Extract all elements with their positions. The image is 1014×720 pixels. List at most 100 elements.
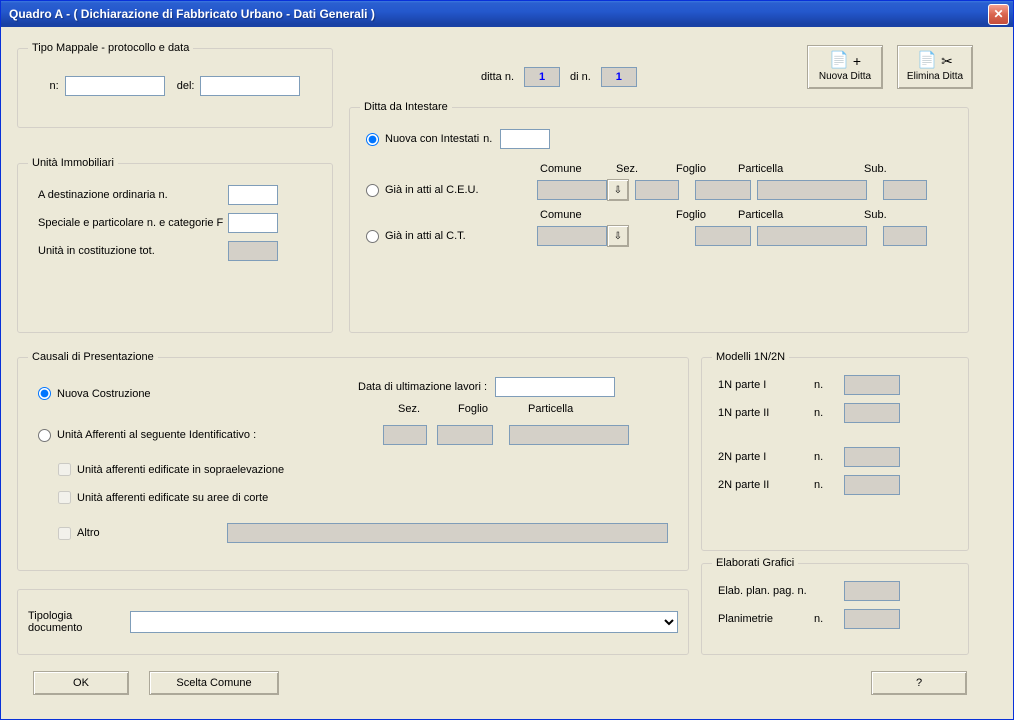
label-del: del:: [177, 80, 195, 92]
input-protocollo-del[interactable]: [200, 76, 300, 96]
label-1n-p1-n: n.: [814, 379, 844, 391]
hdr-comune-ct: Comune: [540, 209, 676, 221]
label-di-n: di n.: [570, 71, 591, 83]
group-tipologia: Tipologia documento: [17, 589, 689, 655]
label-nuova-n: n.: [483, 133, 492, 145]
input-1n-p2: [844, 403, 900, 423]
input-nuova-n[interactable]: [500, 129, 550, 149]
radio-afferenti[interactable]: [38, 429, 51, 442]
hdr-foglio-ct: Foglio: [676, 209, 738, 221]
hdr-particella-ct: Particella: [738, 209, 864, 221]
help-button[interactable]: ?: [871, 671, 967, 695]
input-caus-sez: [383, 425, 427, 445]
chk-altro: [58, 527, 71, 540]
input-elab-plan: [844, 581, 900, 601]
ct-lookup-button[interactable]: ⇩: [607, 225, 629, 247]
hdr-sub-ct: Sub.: [864, 209, 914, 221]
hdr-sub-ceu: Sub.: [864, 163, 914, 175]
input-di-n: [601, 67, 637, 87]
label-ceu: Già in atti al C.E.U.: [385, 184, 537, 196]
nuova-ditta-button[interactable]: 📄+ Nuova Ditta: [807, 45, 883, 89]
input-1n-p1: [844, 375, 900, 395]
label-chk-aree-corte: Unità afferenti edificate su aree di cor…: [77, 492, 268, 504]
group-unita-immobiliari: Unità Immobiliari A destinazione ordinar…: [17, 157, 333, 333]
chk-sopraelevazione: [58, 463, 71, 476]
elimina-ditta-button[interactable]: 📄✂ Elimina Ditta: [897, 45, 973, 89]
label-ct: Già in atti al C.T.: [385, 230, 537, 242]
titlebar: Quadro A - ( Dichiarazione di Fabbricato…: [1, 1, 1013, 27]
input-dest-ordinaria[interactable]: [228, 185, 278, 205]
select-tipologia[interactable]: [130, 611, 678, 633]
input-caus-foglio: [437, 425, 493, 445]
ok-button-label: OK: [73, 677, 89, 689]
hdr-caus-sez: Sez.: [398, 403, 458, 415]
elimina-ditta-label: Elimina Ditta: [907, 71, 963, 82]
document-delete-icon: 📄✂: [917, 53, 953, 69]
label-data-lavori: Data di ultimazione lavori :: [358, 381, 487, 393]
label-elab-plan: Elab. plan. pag. n.: [718, 585, 844, 597]
input-caus-particella: [509, 425, 629, 445]
window-title: Quadro A - ( Dichiarazione di Fabbricato…: [5, 7, 988, 21]
input-ceu-comune: [537, 180, 607, 200]
group-modelli: Modelli 1N/2N 1N parte In. 1N parte IIn.…: [701, 351, 969, 551]
radio-ct[interactable]: [366, 230, 379, 243]
hdr-caus-foglio: Foglio: [458, 403, 528, 415]
input-planimetrie: [844, 609, 900, 629]
group-tipo-mappale: Tipo Mappale - protocollo e data n: del:: [17, 42, 333, 128]
label-1n-p2: 1N parte II: [718, 407, 814, 419]
input-altro: [227, 523, 668, 543]
label-1n-p2-n: n.: [814, 407, 844, 419]
input-ceu-sez: [635, 180, 679, 200]
input-speciale[interactable]: [228, 213, 278, 233]
label-chk-altro: Altro: [77, 527, 227, 539]
hdr-comune-ceu: Comune: [540, 163, 616, 175]
input-ct-sub: [883, 226, 927, 246]
label-ditta-n: ditta n.: [481, 71, 514, 83]
input-2n-p2: [844, 475, 900, 495]
label-1n-p1: 1N parte I: [718, 379, 814, 391]
group-elaborati: Elaborati Grafici Elab. plan. pag. n. Pl…: [701, 557, 969, 655]
hdr-foglio-ceu: Foglio: [676, 163, 738, 175]
label-n: n:: [50, 80, 59, 92]
input-ditta-n: [524, 67, 560, 87]
radio-ceu[interactable]: [366, 184, 379, 197]
legend-elaborati: Elaborati Grafici: [712, 557, 798, 569]
group-causali: Causali di Presentazione Nuova Costruzio…: [17, 351, 689, 571]
hdr-sez-ceu: Sez.: [616, 163, 676, 175]
input-ct-comune: [537, 226, 607, 246]
input-costituzione: [228, 241, 278, 261]
label-planimetrie: Planimetrie: [718, 613, 814, 625]
legend-ditta-intestare: Ditta da Intestare: [360, 101, 452, 113]
help-button-label: ?: [916, 677, 922, 689]
document-plus-icon: 📄+: [829, 53, 861, 69]
label-2n-p1-n: n.: [814, 451, 844, 463]
legend-tipo-mappale: Tipo Mappale - protocollo e data: [28, 42, 193, 54]
scelta-comune-button[interactable]: Scelta Comune: [149, 671, 279, 695]
input-ceu-particella: [757, 180, 867, 200]
radio-nuova-intestati[interactable]: [366, 133, 379, 146]
close-icon[interactable]: ✕: [988, 4, 1009, 25]
label-costituzione: Unità in costituzione tot.: [38, 245, 228, 257]
ok-button[interactable]: OK: [33, 671, 129, 695]
label-chk-sopraelevazione: Unità afferenti edificate in sopraelevaz…: [77, 464, 284, 476]
hdr-particella-ceu: Particella: [738, 163, 864, 175]
nuova-ditta-label: Nuova Ditta: [819, 71, 871, 82]
legend-causali: Causali di Presentazione: [28, 351, 158, 363]
group-ditta-intestare: Ditta da Intestare Nuova con Intestati n…: [349, 101, 969, 333]
label-afferenti: Unità Afferenti al seguente Identificati…: [57, 429, 383, 441]
input-data-lavori[interactable]: [495, 377, 615, 397]
input-ct-particella: [757, 226, 867, 246]
legend-unita-immobiliari: Unità Immobiliari: [28, 157, 118, 169]
label-nuova-costruzione: Nuova Costruzione: [57, 388, 151, 400]
input-ceu-sub: [883, 180, 927, 200]
label-2n-p1: 2N parte I: [718, 451, 814, 463]
radio-nuova-costruzione[interactable]: [38, 387, 51, 400]
ceu-lookup-button[interactable]: ⇩: [607, 179, 629, 201]
label-2n-p2-n: n.: [814, 479, 844, 491]
chk-aree-corte: [58, 491, 71, 504]
input-protocollo-n[interactable]: [65, 76, 165, 96]
scelta-comune-label: Scelta Comune: [176, 677, 251, 689]
label-dest-ordinaria: A destinazione ordinaria n.: [38, 189, 228, 201]
legend-modelli: Modelli 1N/2N: [712, 351, 789, 363]
label-planimetrie-n: n.: [814, 613, 844, 625]
